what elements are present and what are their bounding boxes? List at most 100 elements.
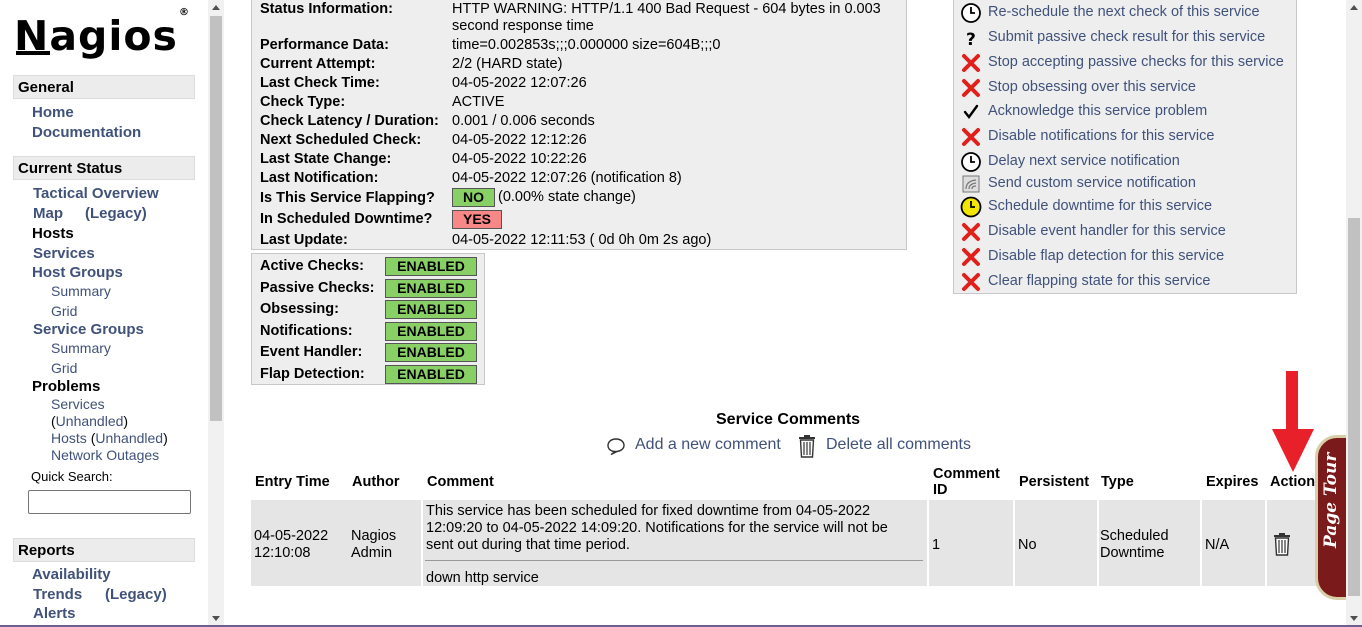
check-latency-label: Check Latency / Duration:: [260, 113, 439, 129]
red-x-icon: [962, 128, 980, 146]
type-line1: Scheduled: [1100, 528, 1169, 544]
last-state-change-value: 04-05-2022 10:22:26: [452, 151, 587, 167]
col-comment-id-line1: Comment: [933, 466, 1000, 482]
nav-host-groups[interactable]: Host Groups: [32, 264, 123, 281]
nav-documentation[interactable]: Documentation: [32, 124, 141, 141]
cmd-label: Clear flapping state for this service: [988, 273, 1211, 289]
cell-comment: This service has been scheduled for fixe…: [426, 503, 888, 554]
nav-service-groups-summary[interactable]: Summary: [51, 340, 111, 356]
nav-host-groups-grid[interactable]: Grid: [51, 303, 77, 319]
service-commands-panel: Re-schedule the next check of this servi…: [953, 0, 1297, 294]
last-check-time-value: 04-05-2022 12:07:26: [452, 75, 587, 91]
comment-bubble-icon[interactable]: [606, 436, 626, 456]
cmd-label: Delay next service notification: [988, 153, 1180, 169]
main-scroll-thumb[interactable]: [1348, 218, 1360, 596]
notifications-label: Notifications:: [260, 323, 353, 339]
next-check-label: Next Scheduled Check:: [260, 132, 422, 148]
perf-data-label: Performance Data:: [260, 37, 389, 53]
nav-home[interactable]: Home: [32, 104, 74, 121]
active-checks-label: Active Checks:: [260, 258, 364, 274]
red-x-icon: [962, 54, 980, 72]
col-author: Author: [352, 474, 400, 490]
nav-problems-services-unhandled[interactable]: (Unhandled): [51, 413, 128, 429]
last-notification-label: Last Notification:: [260, 170, 379, 186]
nav-services[interactable]: Services: [33, 245, 95, 262]
comment-line1: This service has been scheduled for fixe…: [426, 503, 871, 519]
cmd-label: Schedule downtime for this service: [988, 198, 1213, 214]
clock-icon: [961, 3, 981, 23]
nav-network-outages[interactable]: Network Outages: [51, 447, 159, 463]
quick-search-input[interactable]: [28, 490, 191, 514]
nav-header-reports: Reports: [13, 538, 195, 562]
svg-text:?: ?: [966, 30, 976, 49]
current-attempt-label: Current Attempt:: [260, 56, 376, 72]
trash-icon[interactable]: [797, 434, 817, 458]
add-comment-link[interactable]: Add a new comment: [635, 436, 781, 454]
active-checks-badge: ENABLED: [385, 257, 477, 276]
nav-tactical-overview[interactable]: Tactical Overview: [33, 185, 159, 202]
scroll-down-icon[interactable]: [1350, 616, 1358, 621]
logo-underline: [16, 51, 50, 55]
last-update-value: 04-05-2022 12:11:53 ( 0d 0h 0m 2s ago): [452, 232, 712, 248]
flap-detection-label: Flap Detection:: [260, 366, 365, 382]
cmd-label: Re-schedule the next check of this servi…: [988, 4, 1260, 20]
comment-line3: sent out during that time period.: [426, 537, 630, 553]
flapping-label: Is This Service Flapping?: [260, 190, 435, 206]
clock-icon: [961, 152, 981, 172]
nav-service-groups-grid[interactable]: Grid: [51, 360, 77, 376]
sidebar-scrollbar[interactable]: [208, 0, 224, 627]
service-checks-panel: Active Checks: ENABLED Passive Checks: E…: [251, 253, 485, 385]
delete-all-comments-link[interactable]: Delete all comments: [826, 436, 971, 454]
author-line2: Admin: [351, 545, 393, 561]
scroll-up-icon[interactable]: [212, 5, 220, 10]
nav-problems-hosts[interactable]: Hosts (Unhandled): [51, 430, 168, 446]
nav-map[interactable]: Map: [33, 205, 63, 222]
nav-header-current-status: Current Status: [13, 156, 195, 180]
obsessing-badge: ENABLED: [385, 300, 477, 319]
cmd-label: Disable flap detection for this service: [988, 248, 1225, 264]
check-type-label: Check Type:: [260, 94, 346, 110]
nav-host-groups-summary[interactable]: Summary: [51, 283, 111, 299]
col-action: Action: [1270, 474, 1316, 490]
nav-map-legacy[interactable]: (Legacy): [85, 205, 147, 222]
nav-problems-services[interactable]: Services: [51, 396, 105, 412]
current-attempt-value: 2/2 (HARD state): [452, 56, 563, 72]
nav-service-groups[interactable]: Service Groups: [33, 321, 144, 338]
flap-detection-badge: ENABLED: [385, 365, 477, 384]
passive-checks-label: Passive Checks:: [260, 280, 375, 296]
col-expires: Expires: [1206, 474, 1259, 490]
col-comment-id-line2: ID: [933, 482, 948, 498]
nav-problems[interactable]: Problems: [32, 378, 100, 395]
status-info-value: HTTP WARNING: HTTP/1.1 400 Bad Request -…: [452, 1, 881, 17]
nav-trends-legacy[interactable]: (Legacy): [105, 586, 167, 603]
nav-header-general: General: [13, 75, 195, 99]
checkmark-icon: [963, 104, 979, 119]
nav-availability[interactable]: Availability: [32, 566, 111, 583]
service-comments-title: Service Comments: [716, 411, 861, 428]
cell-comment-id: 1: [932, 537, 941, 553]
next-check-value: 04-05-2022 12:12:26: [452, 132, 587, 148]
col-entry-time: Entry Time: [255, 474, 330, 490]
last-state-change-label: Last State Change:: [260, 151, 392, 167]
comment-line2: 12:09:20 to 04-05-2022 14:09:20. Notific…: [426, 520, 888, 536]
delete-comment-trash-icon[interactable]: [1272, 532, 1292, 556]
notifications-badge: ENABLED: [385, 322, 477, 341]
sidebar-scroll-thumb[interactable]: [210, 16, 222, 421]
sidebar: Nagios® General Home Documentation Curre…: [0, 0, 225, 627]
check-latency-value: 0.001 / 0.006 seconds: [452, 113, 595, 129]
col-comment-id: Comment ID: [933, 466, 1000, 498]
cell-bg-id: [929, 500, 1013, 586]
scroll-up-icon[interactable]: [1350, 5, 1358, 10]
nav-trends[interactable]: Trends: [33, 586, 82, 603]
main-scrollbar[interactable]: [1346, 0, 1362, 627]
cmd-label: Disable event handler for this service: [988, 223, 1226, 239]
cell-type: Scheduled Downtime: [1100, 528, 1169, 562]
nav-alerts[interactable]: Alerts: [33, 605, 76, 622]
downtime-status-badge: YES: [452, 210, 503, 229]
scroll-down-icon[interactable]: [212, 616, 220, 621]
perf-data-value: time=0.002853s;;;0.000000 size=604B;;;0: [452, 37, 721, 53]
col-type: Type: [1101, 474, 1134, 490]
nav-hosts[interactable]: Hosts: [32, 225, 74, 242]
type-line2: Downtime: [1100, 545, 1165, 561]
cell-comment-text: down http service: [426, 570, 539, 586]
